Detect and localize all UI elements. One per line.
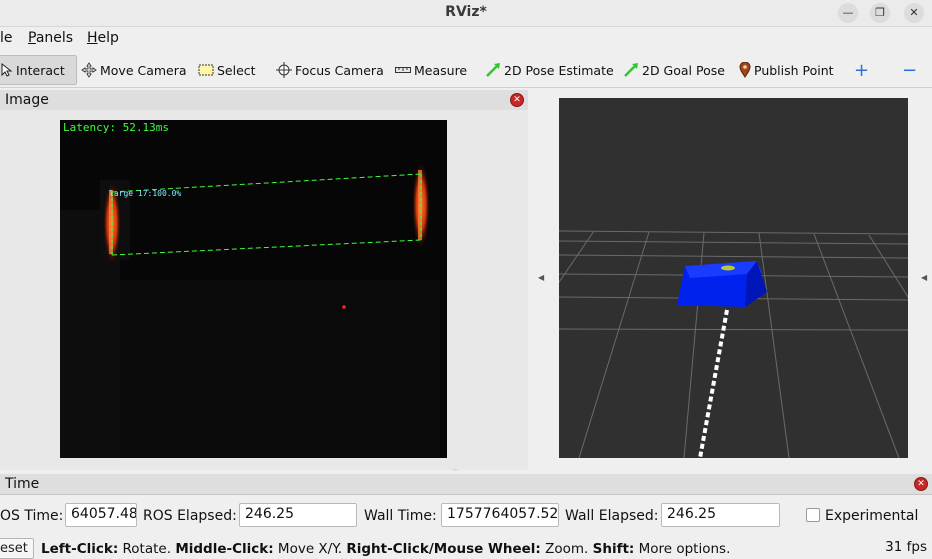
goal-pose-label: 2D Goal Pose [642, 62, 725, 78]
goal-arrow-icon [624, 63, 638, 77]
image-panel: Latency: 52.13ms large 17:100.0% [0, 110, 528, 470]
left-splitter-arrow-icon[interactable]: ◀ [538, 273, 544, 282]
latency-overlay: Latency: 52.13ms [63, 121, 169, 134]
time-panel: OS Time: 64057.48 ROS Elapsed: 246.25 Wa… [0, 499, 932, 533]
ros-time-label: OS Time: [0, 508, 64, 524]
fps-counter: 31 fps [885, 539, 927, 555]
hint-rotate: Rotate. [118, 541, 176, 557]
menu-file[interactable]: le [0, 30, 13, 46]
focus-camera-label: Focus Camera [295, 62, 384, 78]
hint-zoom: Zoom. [540, 541, 593, 557]
interact-label: Interact [16, 62, 65, 78]
time-panel-close-icon[interactable]: ✕ [914, 477, 928, 491]
move-camera-button[interactable]: Move Camera [81, 55, 187, 85]
ruler-icon [395, 67, 411, 73]
wall-time-label: Wall Time: [364, 508, 437, 524]
image-panel-title: Image [5, 92, 49, 108]
menu-bar: le Panels Help [0, 27, 932, 51]
focus-camera-button[interactable]: Focus Camera [276, 55, 384, 85]
hint-move: Move X/Y. [273, 541, 347, 557]
pose-estimate-button[interactable]: 2D Pose Estimate [485, 55, 614, 85]
reset-button[interactable]: eset [0, 538, 34, 559]
goal-pose-button[interactable]: 2D Goal Pose [623, 55, 725, 85]
image-panel-close-icon[interactable]: ✕ [510, 93, 524, 107]
publish-point-label: Publish Point [754, 62, 834, 78]
status-bar: eset Left-Click: Rotate. Middle-Click: M… [0, 537, 932, 559]
wall-time-field[interactable]: 1757764057.52 [441, 503, 559, 527]
select-label: Select [217, 62, 256, 78]
right-splitter-arrow-icon[interactable]: ◀ [921, 273, 927, 282]
camera-image: Latency: 52.13ms large 17:100.0% [60, 120, 447, 458]
target-center-dot [342, 305, 346, 309]
minimize-icon[interactable]: — [838, 3, 858, 23]
menu-panels[interactable]: Panels [28, 30, 73, 46]
select-box-icon [198, 64, 214, 76]
window-title: RViz* [445, 4, 487, 20]
detection-label: large 17:100.0% [109, 189, 181, 198]
time-panel-header: Time ✕ [0, 474, 932, 495]
tool-toolbar: Interact Move Camera Select Focus Camera… [0, 51, 932, 88]
experimental-checkbox[interactable] [806, 508, 820, 522]
experimental-label: Experimental [825, 508, 919, 524]
move-camera-label: Move Camera [100, 62, 187, 78]
map-pin-icon [739, 62, 751, 78]
remove-tool-icon[interactable]: − [902, 55, 917, 85]
measure-label: Measure [414, 62, 468, 78]
interact-button[interactable]: Interact [0, 55, 77, 85]
measure-button[interactable]: Measure [395, 55, 467, 85]
wall-elapsed-label: Wall Elapsed: [565, 508, 659, 524]
image-panel-header: Image ✕ [0, 90, 528, 111]
move-camera-icon [81, 62, 97, 78]
pose-arrow-icon [486, 63, 500, 77]
wall-elapsed-field[interactable]: 246.25 [661, 503, 780, 527]
focus-camera-icon [276, 62, 292, 78]
add-tool-icon[interactable]: + [854, 55, 869, 85]
blue-marker [677, 261, 767, 307]
time-panel-title: Time [5, 476, 40, 492]
hint-left-click: Left-Click: [41, 541, 119, 557]
hint-right-click: Right-Click/Mouse Wheel: [346, 541, 541, 557]
hint-shift: Shift: [592, 541, 635, 557]
ros-elapsed-label: ROS Elapsed: [143, 508, 237, 524]
pose-estimate-label: 2D Pose Estimate [504, 62, 614, 78]
mouse-hint: Left-Click: Rotate. Middle-Click: Move X… [41, 541, 730, 557]
3d-scene [559, 98, 908, 458]
resize-grip-icon[interactable]: ⋯ [452, 466, 459, 474]
ros-elapsed-field[interactable]: 246.25 [239, 503, 357, 527]
hint-middle-click: Middle-Click: [175, 541, 274, 557]
publish-point-button[interactable]: Publish Point [739, 55, 834, 85]
ros-time-field[interactable]: 64057.48 [65, 503, 137, 527]
close-window-icon[interactable]: ✕ [904, 3, 924, 23]
hint-more: More options. [634, 541, 731, 557]
camera-image-canvas: Latency: 52.13ms large 17:100.0% [60, 120, 447, 458]
interact-cursor-icon [1, 63, 13, 77]
3d-viewport[interactable] [559, 98, 908, 458]
maximize-icon[interactable]: ❐ [870, 3, 890, 23]
window-titlebar: RViz* — ❐ ✕ [0, 0, 932, 27]
select-button[interactable]: Select [198, 55, 256, 85]
menu-help[interactable]: Help [87, 30, 119, 46]
